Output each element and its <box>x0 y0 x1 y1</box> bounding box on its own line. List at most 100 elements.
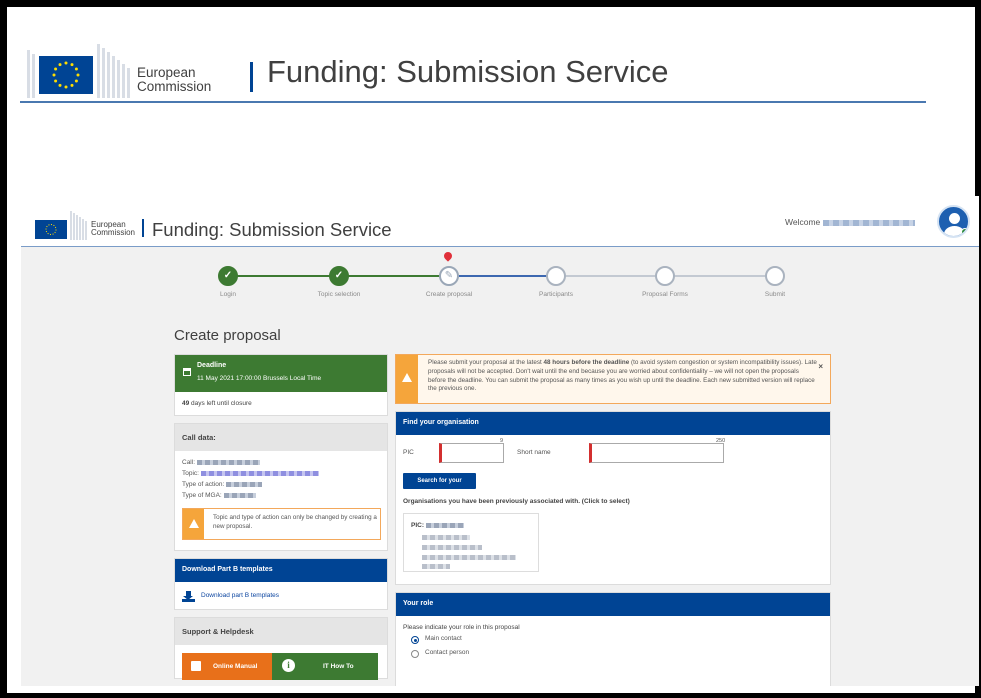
card-pic-row: PIC: <box>411 522 464 529</box>
user-avatar-icon[interactable] <box>937 205 970 238</box>
contact-person-label[interactable]: Contact person <box>425 649 469 656</box>
role-option-contact-person[interactable]: Contact person <box>396 647 830 661</box>
days-left: 49 days left until closure <box>175 392 387 415</box>
step-label-participants: Participants <box>539 291 573 298</box>
welcome-label: Welcome <box>785 217 821 227</box>
redacted-type-of-mga <box>223 492 256 498</box>
deadline-title: Deadline <box>197 362 227 369</box>
type-of-mga-row: Type of MGA: <box>175 490 387 501</box>
app-header: European Commission Funding: Submission … <box>21 196 979 246</box>
type-of-mga-label: Type of MGA: <box>182 492 222 499</box>
it-how-to-button[interactable]: i IT How To <box>272 653 378 680</box>
online-manual-button[interactable]: Online Manual <box>182 653 275 680</box>
step-login-check-icon: ✓ <box>218 266 238 286</box>
contact-person-radio[interactable] <box>411 650 419 658</box>
banner-service-title: Funding: Submission Service <box>267 54 669 89</box>
calendar-icon <box>183 368 191 376</box>
redacted-org-line <box>422 555 516 560</box>
book-icon <box>191 661 201 671</box>
warning-icon <box>189 519 199 528</box>
main-contact-label[interactable]: Main contact <box>425 635 462 642</box>
call-label: Call: <box>182 459 196 466</box>
it-how-to-label: IT How To <box>323 663 354 670</box>
your-role-title: Your role <box>396 593 830 616</box>
role-option-main-contact[interactable]: Main contact <box>396 633 830 647</box>
type-of-action-row: Type of action: <box>175 479 387 490</box>
left-column: Deadline 11 May 2021 17:00:00 Brussels L… <box>174 354 388 680</box>
step-label-create-proposal: Create proposal <box>425 291 473 298</box>
step-label-topic-selection: Topic selection <box>317 291 361 298</box>
redacted-user-name <box>823 219 916 226</box>
download-panel: Download Part B templates Download part … <box>174 558 388 610</box>
type-of-action-label: Type of action: <box>182 481 225 488</box>
step-connector-5 <box>664 275 774 277</box>
frame-border-left <box>0 0 7 698</box>
redacted-call-id <box>196 459 260 465</box>
step-label-login: Login <box>220 291 236 298</box>
deadline-date: 11 May 2021 17:00:00 Brussels Local Time <box>197 375 322 382</box>
your-role-panel: Your role Please indicate your role in t… <box>395 592 831 686</box>
search-organisation-button[interactable]: Search for your organisation <box>403 473 476 500</box>
step-connector-2 <box>349 275 449 277</box>
download-icon <box>182 591 195 602</box>
deadline-header: Deadline 11 May 2021 17:00:00 Brussels L… <box>175 355 387 392</box>
topic-label: Topic: <box>182 470 199 477</box>
app-body: ✓ ✓ ✎ Login Topic selection Create propo… <box>21 247 979 686</box>
banner-divider <box>250 62 253 92</box>
welcome-message: Welcome <box>785 217 916 227</box>
current-location-pin-icon <box>442 250 454 262</box>
deadline-notice-text: Please submit your proposal at the lates… <box>428 359 817 393</box>
step-label-proposal-forms: Proposal Forms <box>642 291 688 298</box>
frame-border-bottom <box>0 693 981 698</box>
days-left-text: days left until closure <box>189 400 252 407</box>
info-icon: i <box>282 659 295 672</box>
previous-organisation-card[interactable]: PIC: <box>403 513 539 572</box>
step-submit-circle <box>765 266 785 286</box>
redacted-org-line <box>422 535 470 540</box>
european-commission-wordmark: European Commission <box>137 65 212 95</box>
support-panel-title: Support & Helpdesk <box>175 618 387 645</box>
pic-label: PIC <box>403 449 414 456</box>
close-notice-icon[interactable]: × <box>818 362 823 371</box>
progress-stepper: ✓ ✓ ✎ Login Topic selection Create propo… <box>21 247 979 307</box>
redacted-org-line <box>422 545 482 550</box>
deadline-panel: Deadline 11 May 2021 17:00:00 Brussels L… <box>174 354 388 416</box>
banner-underline <box>20 101 926 103</box>
step-create-proposal-pencil-icon: ✎ <box>439 266 459 286</box>
redacted-org-line <box>422 564 450 569</box>
online-status-icon <box>961 228 968 236</box>
page-title: Create proposal <box>174 327 281 344</box>
call-data-panel: Call data: Call: Topic: Type of action: … <box>174 423 388 551</box>
previous-associations-label: Organisations you have been previously a… <box>403 498 630 505</box>
submission-service-app: European Commission Funding: Submission … <box>21 196 979 686</box>
redacted-pic <box>425 522 464 528</box>
call-row: Call: <box>175 457 387 468</box>
step-connector-3 <box>459 275 554 277</box>
european-commission-logo <box>27 42 130 98</box>
main-contact-radio[interactable] <box>411 636 419 644</box>
find-organisation-panel: Find your organisation PIC 9 Short name … <box>395 411 831 585</box>
topic-row: Topic: <box>175 468 387 479</box>
redacted-type-of-action <box>226 481 263 487</box>
card-pic-label: PIC: <box>411 522 424 529</box>
app-header-divider <box>142 219 144 237</box>
short-name-label: Short name <box>517 449 551 456</box>
european-commission-wordmark-small: European Commission <box>91 220 136 238</box>
call-data-title: Call data: <box>175 424 387 451</box>
download-part-b-link[interactable]: Download part B templates <box>175 582 387 611</box>
step-topic-selection-check-icon: ✓ <box>329 266 349 286</box>
download-part-b-link-label[interactable]: Download part B templates <box>201 592 279 599</box>
pic-input[interactable] <box>439 443 504 463</box>
deadline-notice: Please submit your proposal at the lates… <box>395 354 831 404</box>
redacted-topic-link[interactable] <box>200 470 319 476</box>
european-commission-logo-small[interactable] <box>26 210 88 240</box>
right-column: Please submit your proposal at the lates… <box>395 354 831 686</box>
short-name-input[interactable] <box>589 443 724 463</box>
support-panel: Support & Helpdesk Online Manual i IT Ho… <box>174 617 388 680</box>
role-question: Please indicate your role in this propos… <box>403 624 520 631</box>
warning-icon <box>402 373 412 382</box>
online-manual-label: Online Manual <box>213 663 258 670</box>
call-data-warning: Topic and type of action can only be cha… <box>182 508 381 540</box>
pic-max-length: 9 <box>500 438 504 444</box>
frame-border-top <box>0 0 981 7</box>
